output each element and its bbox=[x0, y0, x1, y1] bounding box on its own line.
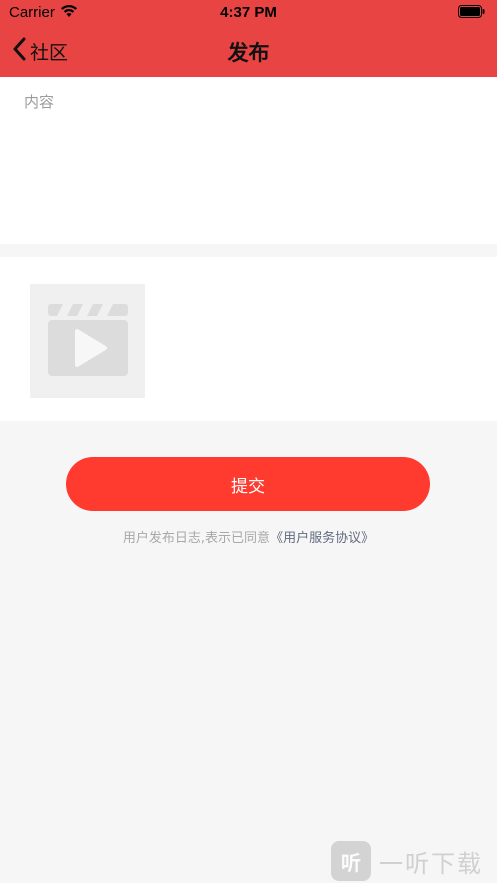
watermark: 听 一听下载 bbox=[331, 841, 491, 881]
agreement-text: 用户发布日志,表示已同意《用户服务协议》 bbox=[0, 527, 497, 546]
watermark-text: 一听下载 bbox=[379, 849, 483, 878]
navigation-bar: 社区 发布 bbox=[0, 25, 497, 77]
user-agreement-link[interactable]: 《用户服务协议》 bbox=[270, 531, 374, 546]
content-section bbox=[0, 77, 497, 244]
page-title: 发布 bbox=[227, 41, 270, 65]
watermark-logo: 听 bbox=[331, 841, 371, 881]
submit-button[interactable]: 提交 bbox=[66, 457, 430, 511]
content-input[interactable] bbox=[24, 91, 474, 231]
media-section bbox=[0, 257, 497, 421]
battery-icon bbox=[458, 5, 485, 22]
video-clapperboard-icon bbox=[47, 300, 129, 382]
header: Carrier 4:37 PM 社区 发布 bbox=[0, 0, 497, 77]
add-video-button[interactable] bbox=[30, 284, 145, 398]
agreement-prefix: 用户发布日志,表示已同意 bbox=[122, 531, 271, 546]
clock: 4:37 PM bbox=[220, 4, 277, 21]
status-bar: Carrier 4:37 PM bbox=[0, 0, 497, 25]
